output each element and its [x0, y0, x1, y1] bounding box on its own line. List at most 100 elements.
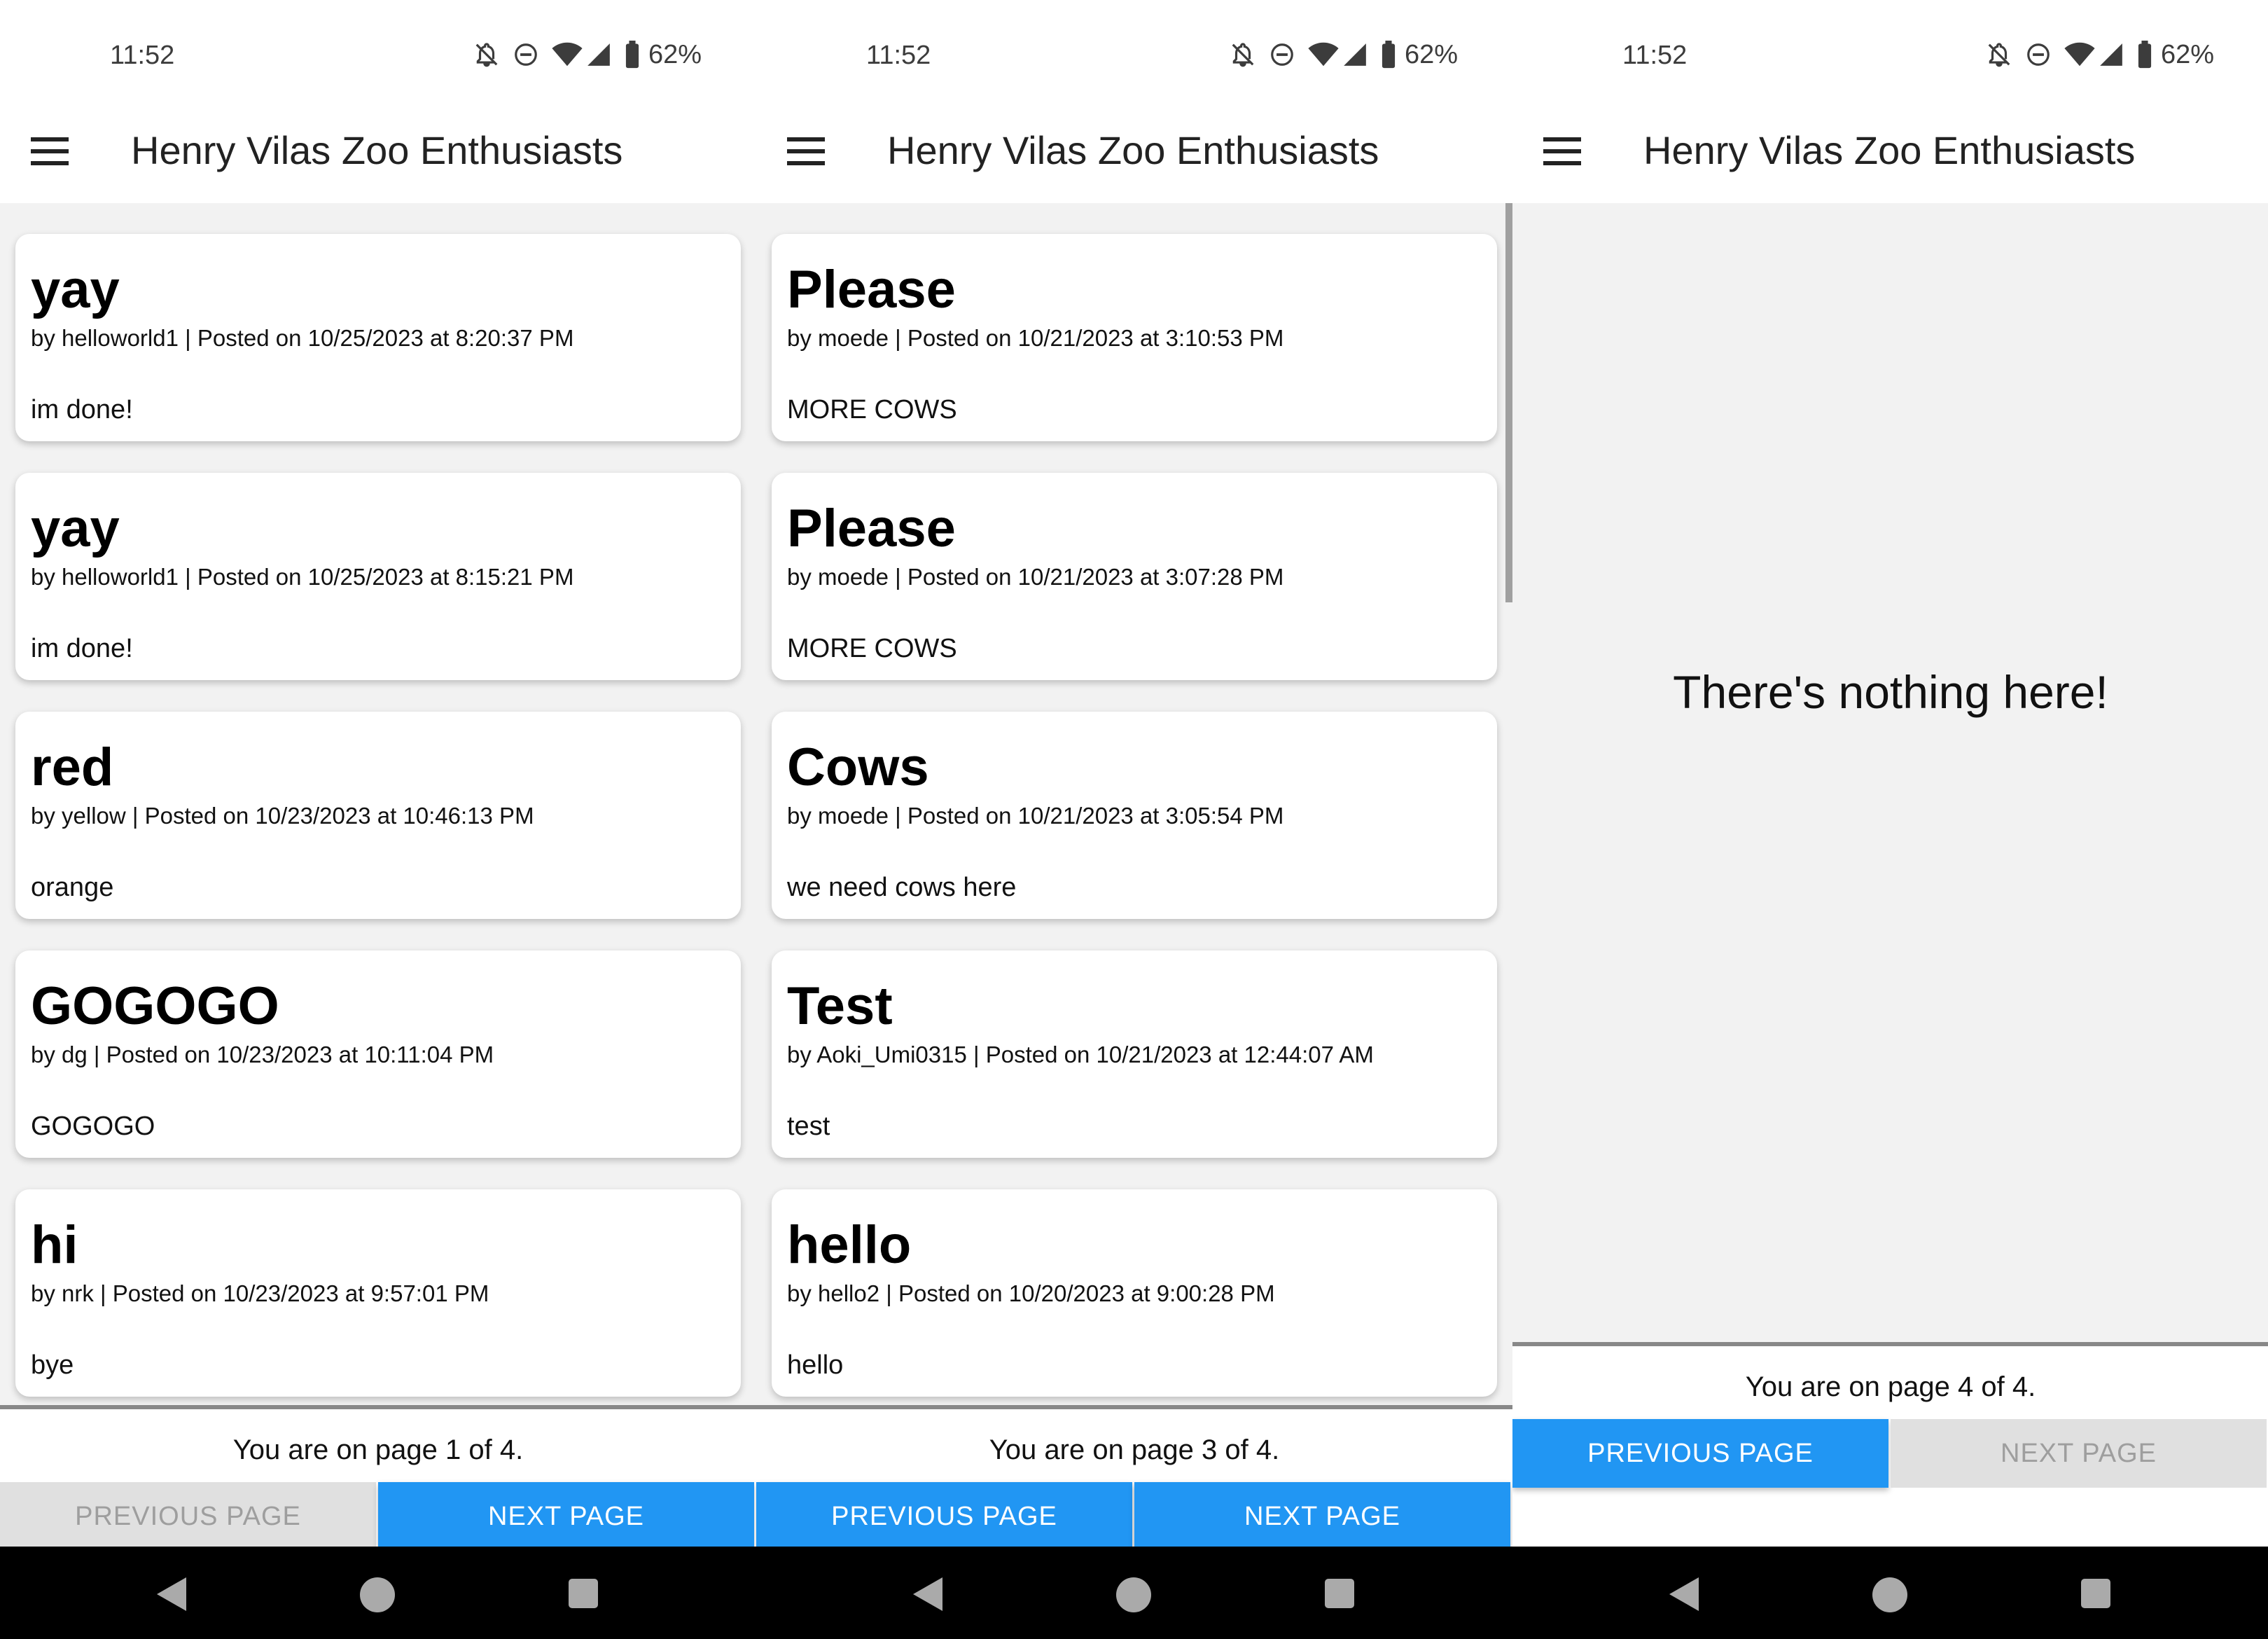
post-card[interactable]: Please by moede | Posted on 10/21/2023 at…	[772, 234, 1497, 441]
app-title: Henry Vilas Zoo Enthusiasts	[1643, 128, 2136, 172]
page-indicator: You are on page 3 of 4.	[989, 1434, 1280, 1465]
home-icon[interactable]	[360, 1577, 395, 1612]
cell-signal-icon	[1344, 43, 1366, 66]
status-icons: 62%	[1986, 39, 2214, 70]
do-not-disturb-icon	[515, 43, 537, 66]
post-card[interactable]: Please by moede | Posted on 10/21/2023 at…	[772, 473, 1497, 680]
post-title: yay	[31, 260, 120, 319]
do-not-disturb-icon	[1271, 43, 1293, 66]
post-card[interactable]: Cows by moede | Posted on 10/21/2023 at 3…	[772, 712, 1497, 919]
status-bar: 11:52 62%	[756, 0, 1512, 98]
recents-icon[interactable]	[1325, 1579, 1354, 1608]
empty-state-message: There's nothing here!	[1673, 666, 2108, 718]
post-meta: by helloworld1 | Posted on 10/25/2023 at…	[31, 564, 574, 590]
back-icon[interactable]	[157, 1577, 186, 1611]
post-meta: by Aoki_Umi0315 | Posted on 10/21/2023 a…	[787, 1042, 1374, 1067]
post-card[interactable]: hello by hello2 | Posted on 10/20/2023 at…	[772, 1189, 1497, 1397]
post-title: Please	[787, 499, 956, 558]
battery-percent: 62%	[648, 39, 702, 69]
post-meta: by hello2 | Posted on 10/20/2023 at 9:00…	[787, 1280, 1275, 1306]
app-bar: Henry Vilas Zoo Enthusiasts	[756, 98, 1512, 203]
previous-page-button[interactable]: PREVIOUS PAGE	[0, 1482, 376, 1551]
wifi-icon	[1308, 42, 1339, 67]
next-page-button[interactable]: NEXT PAGE	[378, 1482, 754, 1551]
page-indicator: You are on page 4 of 4.	[1745, 1371, 2036, 1402]
status-bar: 11:52 62%	[1512, 0, 2268, 98]
post-meta: by dg | Posted on 10/23/2023 at 10:11:04…	[31, 1042, 494, 1067]
pagination-footer: You are on page 1 of 4. PREVIOUS PAGE NEXT…	[0, 1405, 756, 1551]
previous-page-button[interactable]: PREVIOUS PAGE	[1512, 1419, 1888, 1488]
post-card[interactable]: yay by helloworld1 | Posted on 10/25/2023…	[15, 473, 741, 680]
previous-page-button[interactable]: PREVIOUS PAGE	[756, 1482, 1132, 1551]
post-card[interactable]: yay by helloworld1 | Posted on 10/25/2023…	[15, 234, 741, 441]
post-meta: by moede | Posted on 10/21/2023 at 3:05:…	[787, 803, 1284, 829]
post-body: test	[787, 1112, 830, 1141]
post-meta: by nrk | Posted on 10/23/2023 at 9:57:01…	[31, 1280, 489, 1306]
network-icons	[552, 41, 612, 68]
phone-screen-page-4: 11:52 62% Henry Vilas Zoo Enthusiasts Th…	[1512, 0, 2268, 1639]
post-body: hello	[787, 1350, 844, 1380]
status-time: 11:52	[1622, 41, 1688, 70]
phone-screen-page-3: 11:52 62% Henry Vilas Zoo Enthusiasts Pl…	[756, 0, 1512, 1639]
network-icons	[2064, 41, 2124, 68]
status-icons: 62%	[1230, 39, 1458, 70]
menu-icon[interactable]	[31, 137, 69, 165]
post-card[interactable]: hi by nrk | Posted on 10/23/2023 at 9:57:…	[15, 1189, 741, 1397]
notifications-off-icon	[475, 43, 498, 67]
battery-icon	[1382, 41, 1396, 69]
home-icon[interactable]	[1872, 1577, 1907, 1612]
post-card[interactable]: GOGOGO by dg | Posted on 10/23/2023 at 10…	[15, 950, 741, 1158]
post-list[interactable]: Please by moede | Posted on 10/21/2023 at…	[756, 203, 1512, 1408]
battery-icon	[625, 41, 639, 69]
next-page-button[interactable]: NEXT PAGE	[1891, 1419, 2267, 1488]
app-title: Henry Vilas Zoo Enthusiasts	[887, 128, 1379, 172]
scrollbar[interactable]	[1505, 203, 1512, 602]
post-body: MORE COWS	[787, 395, 957, 424]
post-body: orange	[31, 873, 114, 902]
recents-icon[interactable]	[2081, 1579, 2110, 1608]
status-bar: 11:52 62%	[0, 0, 756, 98]
notifications-off-icon	[1232, 43, 1254, 67]
post-title: Cows	[787, 738, 929, 797]
battery-percent: 62%	[1405, 39, 1459, 69]
post-body: MORE COWS	[787, 634, 957, 663]
back-icon[interactable]	[913, 1577, 942, 1611]
post-title: Test	[787, 976, 893, 1036]
post-body: im done!	[31, 395, 133, 424]
recents-icon[interactable]	[569, 1579, 598, 1608]
post-body: bye	[31, 1350, 74, 1380]
notifications-off-icon	[1988, 43, 2010, 67]
status-icons: 62%	[473, 39, 702, 70]
post-body: im done!	[31, 634, 133, 663]
post-meta: by helloworld1 | Posted on 10/25/2023 at…	[31, 325, 574, 351]
system-nav-bar	[756, 1547, 1512, 1639]
app-bar: Henry Vilas Zoo Enthusiasts	[0, 98, 756, 203]
pagination-footer: You are on page 3 of 4. PREVIOUS PAGE NEXT…	[756, 1405, 1512, 1551]
menu-icon[interactable]	[787, 137, 825, 165]
app-title: Henry Vilas Zoo Enthusiasts	[131, 128, 623, 172]
post-title: hi	[31, 1215, 78, 1275]
post-body: we need cows here	[787, 873, 1017, 902]
status-time: 11:52	[110, 41, 175, 70]
wifi-icon	[552, 42, 583, 67]
phone-screen-page-1: 11:52 62% Henry Vilas Zoo Enthusiasts ya…	[0, 0, 756, 1639]
post-card[interactable]: red by yellow | Posted on 10/23/2023 at 1…	[15, 712, 741, 919]
post-meta: by moede | Posted on 10/21/2023 at 3:10:…	[787, 325, 1284, 351]
post-card[interactable]: Test by Aoki_Umi0315 | Posted on 10/21/20…	[772, 950, 1497, 1158]
battery-percent: 62%	[2161, 39, 2215, 69]
post-title: GOGOGO	[31, 976, 279, 1036]
system-nav-bar	[0, 1547, 756, 1639]
post-title: hello	[787, 1215, 912, 1275]
menu-icon[interactable]	[1543, 137, 1581, 165]
post-list[interactable]: yay by helloworld1 | Posted on 10/25/2023…	[0, 203, 756, 1408]
next-page-button[interactable]: NEXT PAGE	[1134, 1482, 1510, 1551]
post-title: Please	[787, 260, 956, 319]
home-icon[interactable]	[1116, 1577, 1151, 1612]
post-title: red	[31, 738, 114, 797]
back-icon[interactable]	[1669, 1577, 1699, 1611]
cell-signal-icon	[587, 43, 610, 66]
post-meta: by yellow | Posted on 10/23/2023 at 10:4…	[31, 803, 534, 829]
post-title: yay	[31, 499, 120, 558]
wifi-icon	[2064, 42, 2095, 67]
app-bar: Henry Vilas Zoo Enthusiasts	[1512, 98, 2268, 203]
